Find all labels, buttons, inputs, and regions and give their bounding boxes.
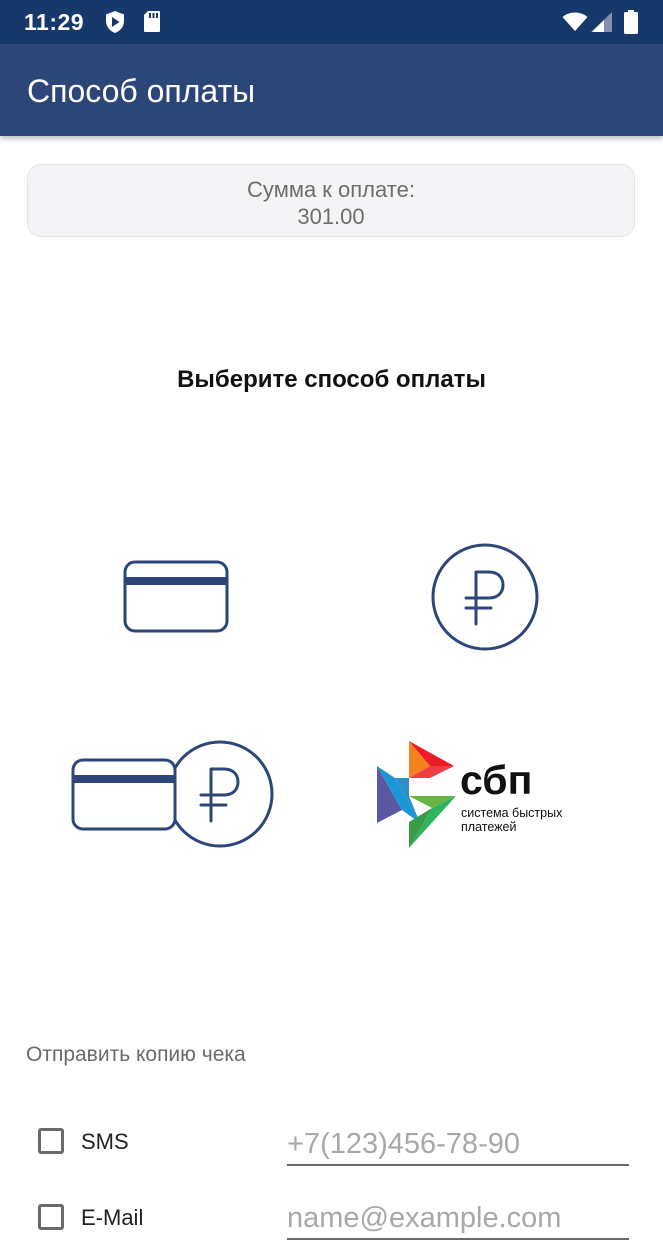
wifi-icon: [562, 12, 588, 31]
sms-label: SMS: [81, 1129, 129, 1154]
pay-mixed-button[interactable]: [70, 738, 276, 852]
pay-by-cash-button[interactable]: [428, 540, 542, 654]
sms-checkbox[interactable]: [38, 1128, 64, 1154]
card-and-ruble-icon: [71, 740, 274, 848]
amount-label: Сумма к оплате:: [247, 177, 415, 202]
ruble-icon: [431, 543, 539, 651]
phone-input[interactable]: [287, 1124, 629, 1166]
page-title: Способ оплаты: [27, 73, 256, 109]
credit-card-icon: [123, 560, 229, 633]
pay-by-sbp-button[interactable]: сбп система быстрых платежей: [372, 738, 572, 850]
sbp-subtitle-line1: система быстрых: [461, 806, 563, 820]
sd-card-icon: [144, 11, 160, 32]
email-checkbox[interactable]: [38, 1204, 64, 1230]
signal-icon: [591, 12, 612, 32]
app-bar: Способ оплаты: [0, 44, 663, 136]
sbp-logo: сбп система быстрых платежей: [377, 741, 563, 848]
sbp-logo-text: сбп: [460, 757, 532, 803]
pay-by-card-button[interactable]: [112, 548, 242, 644]
receipt-label: Отправить копию чека: [26, 1043, 246, 1066]
status-bar: 11:29: [0, 0, 663, 44]
battery-icon: [624, 10, 638, 34]
choose-heading: Выберите способ оплаты: [177, 366, 486, 393]
status-time: 11:29: [24, 9, 85, 35]
sbp-subtitle-line2: платежей: [461, 820, 516, 834]
email-label: E-Mail: [81, 1205, 144, 1230]
shield-icon: [106, 11, 124, 33]
email-input[interactable]: [287, 1198, 629, 1240]
amount-value: 301.00: [297, 204, 365, 229]
amount-box: Сумма к оплате: 301.00: [27, 164, 635, 237]
